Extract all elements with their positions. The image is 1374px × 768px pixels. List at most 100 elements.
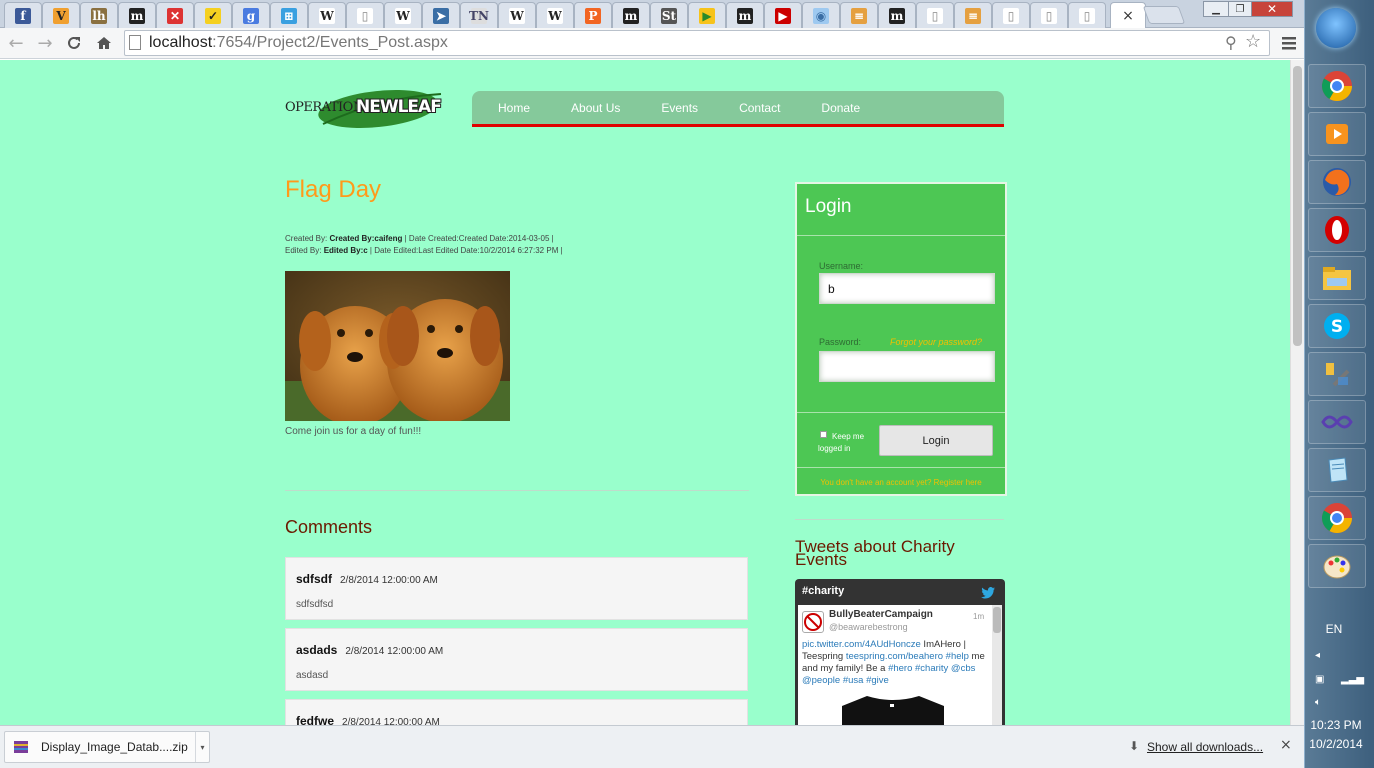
browser-tab[interactable]: ▯ xyxy=(1030,2,1068,28)
tab-close-button[interactable]: × xyxy=(1122,8,1134,24)
nav-donate[interactable]: Donate xyxy=(821,101,860,115)
taskbar-firefox[interactable] xyxy=(1308,160,1366,204)
browser-tab[interactable]: ✓ xyxy=(194,2,232,28)
tab-active[interactable]: × xyxy=(1110,2,1146,29)
browser-tab[interactable]: m xyxy=(118,2,156,28)
browser-tab[interactable]: ≡ xyxy=(840,2,878,28)
download-bar-close-button[interactable]: × xyxy=(1280,737,1292,753)
taskbar-tools[interactable] xyxy=(1308,352,1366,396)
tweet-link[interactable]: @people xyxy=(802,675,840,686)
browser-tab[interactable]: ▯ xyxy=(1068,2,1106,28)
comment-text: sdfsdfsd xyxy=(296,599,334,610)
address-bar[interactable]: localhost:7654/Project2/Events_Post.aspx… xyxy=(124,30,1270,56)
forgot-password-link[interactable]: Forgot your password? xyxy=(890,337,982,347)
close-window-button[interactable]: ✕ xyxy=(1251,1,1293,17)
tweet-avatar[interactable] xyxy=(802,611,824,633)
login-button[interactable]: Login xyxy=(879,425,993,456)
browser-tab[interactable]: W xyxy=(498,2,536,28)
taskbar-notepad[interactable] xyxy=(1308,448,1366,492)
tweet-link[interactable]: #give xyxy=(866,675,889,686)
browser-tab[interactable]: W xyxy=(384,2,422,28)
browser-tab[interactable]: m xyxy=(612,2,650,28)
home-button[interactable] xyxy=(92,31,116,55)
twitter-bird-icon[interactable] xyxy=(981,587,995,599)
browser-tab[interactable]: ▯ xyxy=(346,2,384,28)
browser-toolbar: ← → localhost:7654/Project2/Events_Post.… xyxy=(0,28,1304,59)
minimize-button[interactable]: ▁ xyxy=(1203,1,1229,17)
browser-tab[interactable]: g xyxy=(232,2,270,28)
browser-tab[interactable]: ✕ xyxy=(156,2,194,28)
tray-expand-chevron-icon[interactable]: ◂ xyxy=(1315,650,1320,661)
browser-tab[interactable]: ▶ xyxy=(688,2,726,28)
taskbar-chrome-2[interactable] xyxy=(1308,496,1366,540)
tweet-link[interactable]: #help xyxy=(946,651,969,662)
tweet-handle[interactable]: @beawarebestrong xyxy=(829,622,908,632)
keep-logged-in-checkbox[interactable] xyxy=(820,431,827,438)
nav-events[interactable]: Events xyxy=(661,101,698,115)
taskbar-chrome[interactable] xyxy=(1308,64,1366,108)
register-link[interactable]: You don't have an account yet? Register … xyxy=(797,478,1005,487)
tweet-link[interactable]: teespring.com/beahero xyxy=(846,651,943,662)
browser-tab[interactable]: W xyxy=(536,2,574,28)
tray-signal-icon[interactable]: ▂▃▅ xyxy=(1341,674,1364,685)
taskbar-skype[interactable]: S xyxy=(1308,304,1366,348)
password-input[interactable] xyxy=(819,351,995,382)
tweet-link[interactable]: @cbs xyxy=(951,663,975,674)
taskbar-media-player[interactable] xyxy=(1308,112,1366,156)
tweet-link[interactable]: pic.twitter.com/4AUdHoncze xyxy=(802,639,921,650)
login-divider xyxy=(797,412,1005,413)
tweet-link[interactable]: #usa xyxy=(843,675,864,686)
browser-tab[interactable]: ▯ xyxy=(916,2,954,28)
tweet-link[interactable]: #charity xyxy=(915,663,948,674)
site-logo[interactable]: OPERATION NEWLEAF xyxy=(283,88,448,130)
taskbar-explorer[interactable] xyxy=(1308,256,1366,300)
browser-tab[interactable]: ◉ xyxy=(802,2,840,28)
browser-tab[interactable]: W xyxy=(308,2,346,28)
nav-home[interactable]: Home xyxy=(498,101,530,115)
browser-tab[interactable]: ▶ xyxy=(764,2,802,28)
language-indicator[interactable]: EN xyxy=(1305,622,1363,636)
browser-tab[interactable]: m xyxy=(878,2,916,28)
browser-tab[interactable]: ➤ xyxy=(422,2,460,28)
taskbar-visual-studio[interactable] xyxy=(1308,400,1366,444)
tweet-link[interactable]: #hero xyxy=(888,663,912,674)
browser-tab[interactable]: P xyxy=(574,2,612,28)
browser-tab[interactable]: m xyxy=(726,2,764,28)
page-scrollbar[interactable] xyxy=(1290,60,1304,725)
clock-time[interactable]: 10:23 PM xyxy=(1305,718,1367,732)
tweet-scrollbar[interactable] xyxy=(992,605,1002,725)
tweet-image-tshirt[interactable] xyxy=(802,694,984,725)
forward-button[interactable]: → xyxy=(33,31,57,55)
browser-tab[interactable]: ▯ xyxy=(992,2,1030,28)
download-menu-chevron-icon[interactable]: ▾ xyxy=(195,732,209,762)
nav-contact[interactable]: Contact xyxy=(739,101,780,115)
new-tab-button[interactable] xyxy=(1142,6,1186,24)
username-input[interactable]: b xyxy=(819,273,995,304)
show-all-downloads-link[interactable]: Show all downloads... xyxy=(1147,740,1263,754)
browser-tab[interactable]: f xyxy=(4,2,42,28)
download-item[interactable]: Display_Image_Datab....zip ▾ xyxy=(4,731,210,763)
tweet-list[interactable]: BullyBeaterCampaign @beawarebestrong 1m … xyxy=(798,605,992,725)
browser-tab[interactable]: St xyxy=(650,2,688,28)
twitter-hashtag[interactable]: #charity xyxy=(802,585,844,597)
bookmark-star-icon[interactable]: ☆ xyxy=(1245,31,1261,52)
browser-tab[interactable]: TN xyxy=(460,2,498,28)
clock-date[interactable]: 10/2/2014 xyxy=(1305,737,1367,751)
start-button[interactable] xyxy=(1316,8,1356,48)
globe-icon: ◉ xyxy=(813,7,829,24)
restore-button[interactable]: ❐ xyxy=(1228,1,1252,17)
menu-button[interactable] xyxy=(1277,31,1301,55)
back-button[interactable]: ← xyxy=(4,31,28,55)
taskbar-opera[interactable] xyxy=(1308,208,1366,252)
browser-tab[interactable]: ≡ xyxy=(954,2,992,28)
taskbar-paint[interactable] xyxy=(1308,544,1366,588)
nav-about-us[interactable]: About Us xyxy=(571,101,620,115)
tray-power-icon[interactable]: ▣ xyxy=(1315,674,1324,685)
tray-volume-icon[interactable]: 🔈︎ xyxy=(1315,697,1321,708)
browser-tab[interactable]: lh xyxy=(80,2,118,28)
zoom-icon[interactable]: ⚲ xyxy=(1225,33,1237,53)
reload-button[interactable] xyxy=(62,31,86,55)
tweet-username[interactable]: BullyBeaterCampaign xyxy=(829,609,933,620)
browser-tab[interactable]: ⊞ xyxy=(270,2,308,28)
browser-tab[interactable]: V xyxy=(42,2,80,28)
